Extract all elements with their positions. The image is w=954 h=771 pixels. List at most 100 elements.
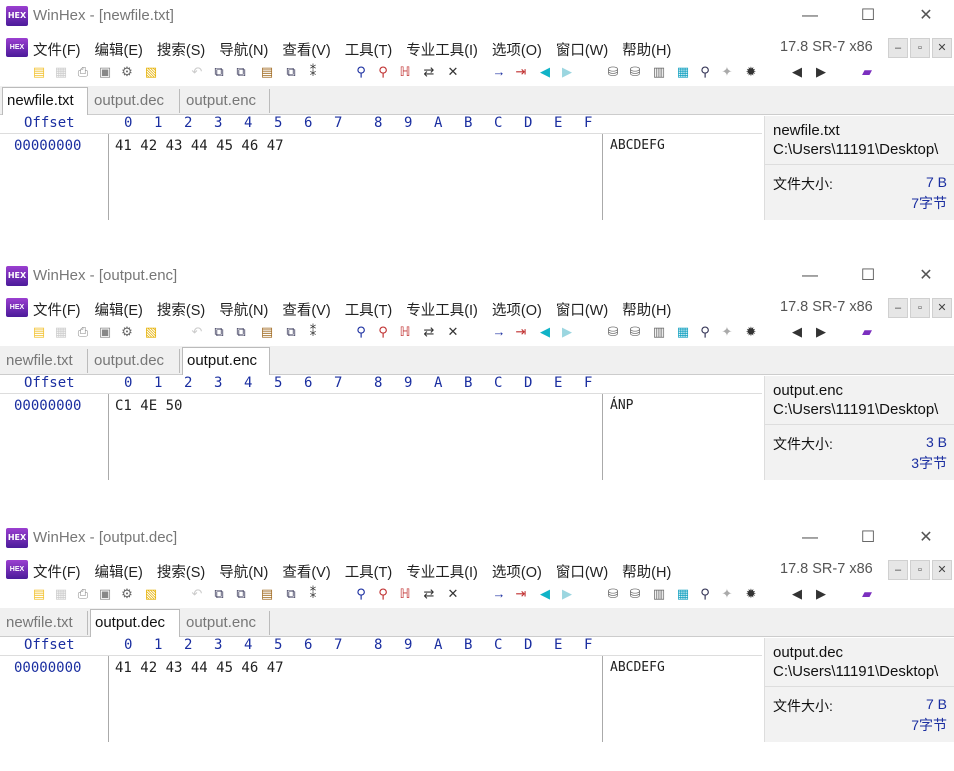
find-text-icon[interactable]: ⚲	[352, 585, 370, 603]
ram-icon[interactable]: ▥	[650, 323, 668, 341]
goto-offset-icon[interactable]: →	[490, 323, 508, 341]
tab-file[interactable]: output.enc	[182, 347, 270, 375]
hex-editor-area[interactable]: 00000000 41 42 43 44 45 46 47 ABCDEFG	[0, 133, 762, 220]
new-file-icon[interactable]: ▯	[8, 323, 26, 341]
doc-restore-button[interactable]: ▫	[910, 560, 930, 580]
minimize-button[interactable]: —	[790, 525, 830, 551]
copy-icon[interactable]: ⧉	[232, 63, 250, 81]
tools-icon[interactable]: ✦	[718, 585, 736, 603]
menu-item[interactable]: 文件(F)	[33, 39, 81, 60]
paste-special-icon[interactable]: ⧉	[282, 585, 300, 603]
menu-item[interactable]: 导航(N)	[219, 561, 268, 582]
tab-file[interactable]: output.enc	[182, 89, 270, 113]
disk-open-icon[interactable]: ⛁	[626, 63, 644, 81]
save-icon[interactable]: ▦	[52, 323, 70, 341]
help-book-icon[interactable]: ▰	[858, 585, 876, 603]
doc-minimize-button[interactable]: –	[888, 560, 908, 580]
back-icon[interactable]: ◀	[536, 323, 554, 341]
menu-item[interactable]: 搜索(S)	[157, 299, 205, 320]
next-window-icon[interactable]: ▶	[812, 585, 830, 603]
tab-file[interactable]: newfile.txt	[2, 87, 88, 115]
copy-icon[interactable]: ⧉	[232, 323, 250, 341]
tab-file[interactable]: output.dec	[90, 89, 180, 113]
replace-text-icon[interactable]: ⇄	[420, 63, 438, 81]
ram-icon[interactable]: ▥	[650, 63, 668, 81]
find-text-icon[interactable]: ⚲	[352, 323, 370, 341]
paste-icon[interactable]: ▤	[258, 585, 276, 603]
find-hex-icon[interactable]: ⚲	[374, 63, 392, 81]
minimize-button[interactable]: —	[790, 3, 830, 29]
doc-restore-button[interactable]: ▫	[910, 298, 930, 318]
document-system-menu-icon[interactable]: HEX	[6, 298, 28, 317]
options-icon[interactable]: ⚙	[118, 585, 136, 603]
export-icon[interactable]: ▧	[142, 63, 160, 81]
doc-restore-button[interactable]: ▫	[910, 38, 930, 58]
calculator-icon[interactable]: ▦	[674, 323, 692, 341]
hex-editor-area[interactable]: 00000000 C1 4E 50 ÁNP	[0, 393, 762, 480]
menu-item[interactable]: 窗口(W)	[556, 299, 608, 320]
menu-item[interactable]: 专业工具(I)	[406, 39, 478, 60]
menu-item[interactable]: 窗口(W)	[556, 39, 608, 60]
menu-item[interactable]: 编辑(E)	[95, 39, 143, 60]
menu-item[interactable]: 帮助(H)	[622, 299, 671, 320]
copy-icon[interactable]: ⧉	[232, 585, 250, 603]
maximize-button[interactable]: ☐	[848, 263, 888, 289]
menu-item[interactable]: 查看(V)	[282, 39, 330, 60]
close-button[interactable]: ✕	[906, 263, 946, 289]
menu-item[interactable]: 文件(F)	[33, 561, 81, 582]
minimize-button[interactable]: —	[790, 263, 830, 289]
tools-icon[interactable]: ✦	[718, 323, 736, 341]
doc-close-button[interactable]: ✕	[932, 560, 952, 580]
hex-bytes[interactable]: 41 42 43 44 45 46 47	[115, 660, 284, 676]
hex-bytes[interactable]: C1 4E 50	[115, 398, 182, 414]
menu-item[interactable]: 搜索(S)	[157, 561, 205, 582]
disk-open-icon[interactable]: ⛁	[626, 585, 644, 603]
save-icon[interactable]: ▦	[52, 585, 70, 603]
find-replace-icon[interactable]: ✕	[444, 585, 462, 603]
menu-item[interactable]: 文件(F)	[33, 299, 81, 320]
copy-block-icon[interactable]: ⧉	[210, 323, 228, 341]
tab-file[interactable]: output.enc	[182, 611, 270, 635]
replace-hex-icon[interactable]: ℍ	[396, 323, 414, 341]
menu-item[interactable]: 专业工具(I)	[406, 299, 478, 320]
menu-item[interactable]: 帮助(H)	[622, 561, 671, 582]
forward-icon[interactable]: ▶	[558, 585, 576, 603]
maximize-button[interactable]: ☐	[848, 525, 888, 551]
tab-file[interactable]: output.dec	[90, 609, 180, 637]
menu-item[interactable]: 选项(O)	[492, 561, 542, 582]
next-window-icon[interactable]: ▶	[812, 323, 830, 341]
properties-icon[interactable]: ▣	[96, 585, 114, 603]
ram-icon[interactable]: ▥	[650, 585, 668, 603]
export-icon[interactable]: ▧	[142, 585, 160, 603]
zoom-icon[interactable]: ⚲	[696, 63, 714, 81]
document-system-menu-icon[interactable]: HEX	[6, 38, 28, 57]
hex-bytes[interactable]: 41 42 43 44 45 46 47	[115, 138, 284, 154]
help-book-icon[interactable]: ▰	[858, 323, 876, 341]
replace-hex-icon[interactable]: ℍ	[396, 63, 414, 81]
options-icon[interactable]: ⚙	[118, 323, 136, 341]
menu-item[interactable]: 导航(N)	[219, 39, 268, 60]
next-window-icon[interactable]: ▶	[812, 63, 830, 81]
tools-icon[interactable]: ✦	[718, 63, 736, 81]
binary-icon[interactable]: ⁑	[304, 323, 322, 341]
goto-sector-icon[interactable]: ⇥	[512, 585, 530, 603]
undo-icon[interactable]: ↶	[188, 585, 206, 603]
document-system-menu-icon[interactable]: HEX	[6, 560, 28, 579]
tab-file[interactable]: newfile.txt	[2, 349, 88, 373]
hex-editor-area[interactable]: 00000000 41 42 43 44 45 46 47 ABCDEFG	[0, 655, 762, 742]
hash-icon[interactable]: ✹	[742, 585, 760, 603]
ascii-text[interactable]: ABCDEFG	[610, 660, 665, 675]
export-icon[interactable]: ▧	[142, 323, 160, 341]
copy-block-icon[interactable]: ⧉	[210, 585, 228, 603]
menu-item[interactable]: 编辑(E)	[95, 561, 143, 582]
disk-icon[interactable]: ⛁	[604, 585, 622, 603]
hash-icon[interactable]: ✹	[742, 323, 760, 341]
menu-item[interactable]: 专业工具(I)	[406, 561, 478, 582]
menu-item[interactable]: 工具(T)	[345, 299, 393, 320]
properties-icon[interactable]: ▣	[96, 323, 114, 341]
ascii-text[interactable]: ABCDEFG	[610, 138, 665, 153]
menu-item[interactable]: 工具(T)	[345, 39, 393, 60]
menu-item[interactable]: 帮助(H)	[622, 39, 671, 60]
forward-icon[interactable]: ▶	[558, 323, 576, 341]
new-file-icon[interactable]: ▯	[8, 63, 26, 81]
